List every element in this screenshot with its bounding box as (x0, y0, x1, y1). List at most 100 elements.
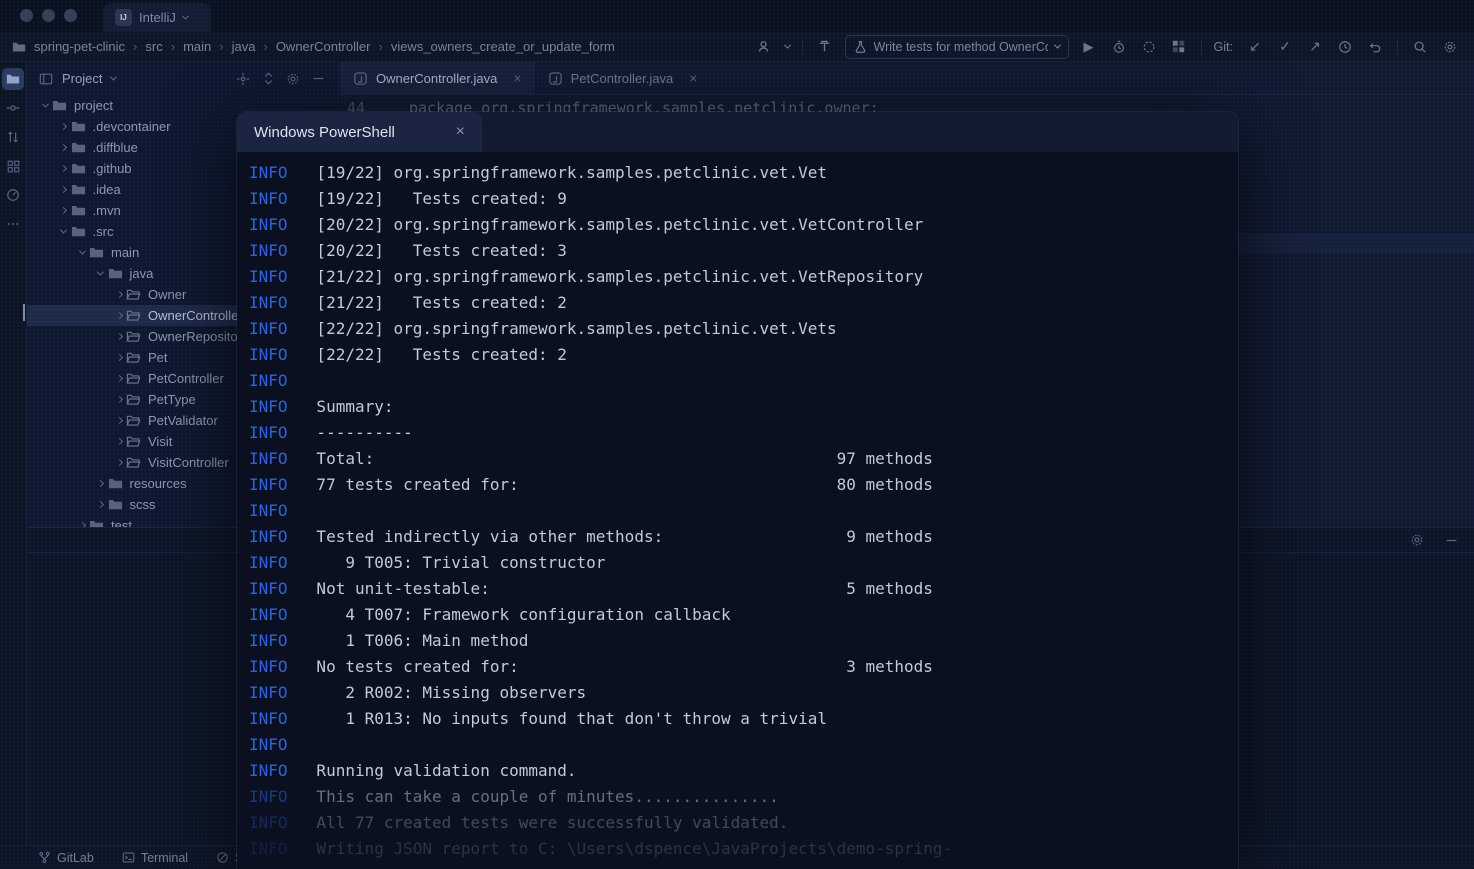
chevron-right-icon[interactable] (57, 145, 71, 150)
chevron-down-icon[interactable] (110, 74, 117, 81)
chevron-right-icon[interactable] (112, 292, 126, 297)
log-level-info: INFO (249, 813, 288, 832)
window-close-button[interactable] (20, 9, 33, 22)
tree-item-label: project (74, 98, 113, 113)
chevron-down-icon (182, 13, 189, 20)
terminal-line: INFO This can take a couple of minutes..… (249, 784, 1238, 810)
project-tool-icon[interactable] (2, 68, 24, 90)
git-update-icon[interactable]: ↙ (1245, 37, 1265, 57)
editor-tab-petcontroller-java[interactable]: PetController.java× (535, 62, 711, 94)
chevron-down-icon[interactable] (784, 42, 791, 49)
rollback-undo-icon[interactable] (1365, 37, 1385, 57)
commit-tool-icon[interactable] (2, 97, 24, 119)
class-folder-icon (126, 392, 142, 408)
chevron-right-icon[interactable] (94, 481, 108, 486)
editor-tab-ownercontroller-java[interactable]: OwnerController.java × (340, 62, 535, 94)
chevron-right-icon[interactable] (94, 502, 108, 507)
chevron-right-icon[interactable] (112, 355, 126, 360)
log-message: 77 tests created for: 80 methods (288, 475, 933, 494)
terminal-line: INFO No tests created for: 3 methods (249, 654, 1238, 680)
run-button[interactable]: ▶ (1079, 37, 1099, 57)
window-zoom-button[interactable] (64, 9, 77, 22)
profile-stopwatch-icon[interactable] (1109, 37, 1129, 57)
log-level-info: INFO (249, 371, 288, 390)
log-level-info: INFO (249, 293, 288, 312)
hide-panel-icon[interactable] (309, 72, 327, 85)
breadcrumb-item[interactable]: views_owners_create_or_update_form (391, 39, 615, 54)
terminal-line: INFO Writing JSON report to C: \Users\ds… (249, 836, 1238, 862)
git-push-icon[interactable]: ↗ (1305, 37, 1325, 57)
chevron-right-icon[interactable] (112, 439, 126, 444)
os-app-tab[interactable]: IJ IntelliJ (103, 3, 211, 32)
history-clock-icon[interactable] (1335, 37, 1355, 57)
build-hammer-icon[interactable] (815, 37, 835, 57)
activity-bar (0, 62, 27, 845)
class-folder-icon (126, 350, 142, 366)
log-level-info: INFO (249, 241, 288, 260)
breadcrumb-item[interactable]: main (183, 39, 211, 54)
class-folder-icon (126, 455, 142, 471)
breadcrumb-item[interactable]: java (232, 39, 256, 54)
search-icon[interactable] (1410, 37, 1430, 57)
chevron-right-icon[interactable] (112, 397, 126, 402)
run-config-flask-icon (854, 40, 867, 53)
terminal-line: INFO (249, 498, 1238, 524)
terminal-line: INFO (249, 732, 1238, 758)
status-bar-item-gitlab[interactable]: GitLab (38, 851, 94, 865)
breadcrumb-item[interactable]: OwnerController (276, 39, 371, 54)
chevron-down-icon[interactable] (94, 271, 108, 276)
breadcrumb-item[interactable]: spring-pet-clinic (34, 39, 125, 54)
terminal-output[interactable]: INFO [19/22] org.springframework.samples… (237, 152, 1238, 862)
chevron-right-icon[interactable] (112, 460, 126, 465)
log-level-info: INFO (249, 345, 288, 364)
git-commit-check-icon[interactable]: ✓ (1275, 37, 1295, 57)
powershell-tab[interactable]: Windows PowerShell × (237, 112, 482, 152)
close-icon[interactable]: × (513, 70, 521, 86)
selected-row-stripe (23, 304, 25, 321)
close-icon[interactable]: × (456, 124, 465, 140)
debug-circle-icon[interactable] (1139, 37, 1159, 57)
run-configuration-select[interactable]: Write tests for method OwnerController (845, 35, 1069, 59)
log-message: Not unit-testable: 5 methods (288, 579, 933, 598)
status-bar-label: GitLab (57, 851, 94, 865)
code-with-me-user-icon[interactable] (755, 37, 775, 57)
coverage-grid-icon[interactable] (1169, 37, 1189, 57)
log-level-info: INFO (249, 527, 288, 546)
terminal-line: INFO Tested indirectly via other methods… (249, 524, 1238, 550)
intellij-logo-icon: IJ (115, 9, 132, 26)
locate-file-icon[interactable] (234, 72, 252, 86)
terminal-line: INFO [22/22] Tests created: 2 (249, 342, 1238, 368)
breadcrumb-item[interactable]: src (145, 39, 162, 54)
chevron-right-icon[interactable] (112, 418, 126, 423)
panel-options-gear-icon[interactable] (284, 72, 302, 86)
structure-tool-icon[interactable] (2, 155, 24, 177)
chevron-right-icon[interactable] (112, 376, 126, 381)
log-level-info: INFO (249, 579, 288, 598)
folder-icon (108, 497, 124, 513)
chevron-down-icon[interactable] (75, 250, 89, 255)
expand-collapse-icon[interactable] (259, 72, 277, 85)
git-widget-label: Git: (1214, 40, 1233, 54)
pull-requests-tool-icon[interactable] (2, 126, 24, 148)
log-message: [19/22] org.springframework.samples.petc… (288, 163, 827, 182)
settings-gear-icon[interactable] (1440, 37, 1460, 57)
chevron-right-icon[interactable] (57, 124, 71, 129)
panel-settings-gear-icon[interactable] (1408, 533, 1426, 547)
profiler-gauge-icon[interactable] (2, 184, 24, 206)
chevron-right-icon[interactable] (57, 166, 71, 171)
log-level-info: INFO (249, 267, 288, 286)
close-icon[interactable]: × (689, 70, 697, 86)
chevron-down-icon[interactable] (38, 103, 52, 108)
chevron-right-icon[interactable] (57, 187, 71, 192)
status-bar-item-terminal[interactable]: Terminal (122, 851, 188, 865)
terminal-line: INFO [20/22] Tests created: 3 (249, 238, 1238, 264)
more-tools-icon[interactable] (2, 213, 24, 235)
chevron-down-icon[interactable] (57, 229, 71, 234)
hide-panel-icon[interactable] (1442, 534, 1460, 547)
chevron-right-icon[interactable] (112, 313, 126, 318)
chevron-right-icon[interactable] (57, 208, 71, 213)
project-panel-header: Project (27, 62, 337, 95)
editor-tab-label: OwnerController.java (376, 71, 497, 86)
chevron-right-icon[interactable] (112, 334, 126, 339)
window-minimize-button[interactable] (42, 9, 55, 22)
